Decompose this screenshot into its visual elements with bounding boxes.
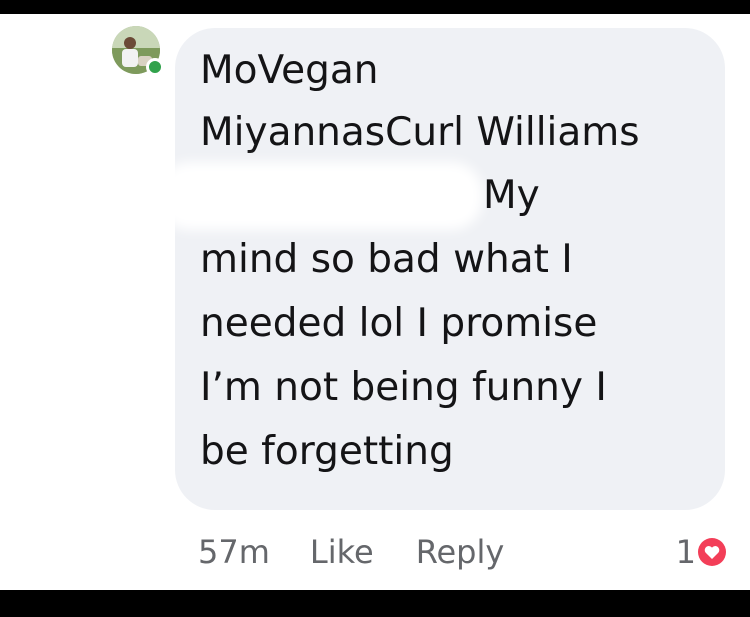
heart-icon xyxy=(698,538,726,566)
tagged-user[interactable]: MiyannasCurl Williams xyxy=(200,102,705,164)
reaction-count: 1 xyxy=(675,533,696,571)
comment-text-first: My xyxy=(483,173,540,218)
comment-actions: 57m Like Reply 1 xyxy=(198,525,728,579)
comment-screen: MoVegan MiyannasCurl Williams My mind so… xyxy=(0,14,750,590)
reply-button[interactable]: Reply xyxy=(416,533,505,571)
comment-text-line: mind so bad what I xyxy=(200,237,573,282)
comment-bubble[interactable]: MoVegan MiyannasCurl Williams My mind so… xyxy=(168,28,725,510)
avatar[interactable] xyxy=(112,26,164,78)
comment-text-line: be forgetting xyxy=(200,429,454,474)
comment-timestamp[interactable]: 57m xyxy=(198,533,270,571)
comment-text-line: needed lol I promise xyxy=(200,301,598,346)
redacted-area xyxy=(168,172,473,220)
comment-first-line: My xyxy=(168,164,705,228)
reaction-summary[interactable]: 1 xyxy=(676,533,726,571)
comment-text-line: I’m not being funny I xyxy=(200,365,607,410)
comment-author[interactable]: MoVegan xyxy=(200,40,705,102)
online-status-dot xyxy=(146,58,164,76)
like-button[interactable]: Like xyxy=(310,533,374,571)
